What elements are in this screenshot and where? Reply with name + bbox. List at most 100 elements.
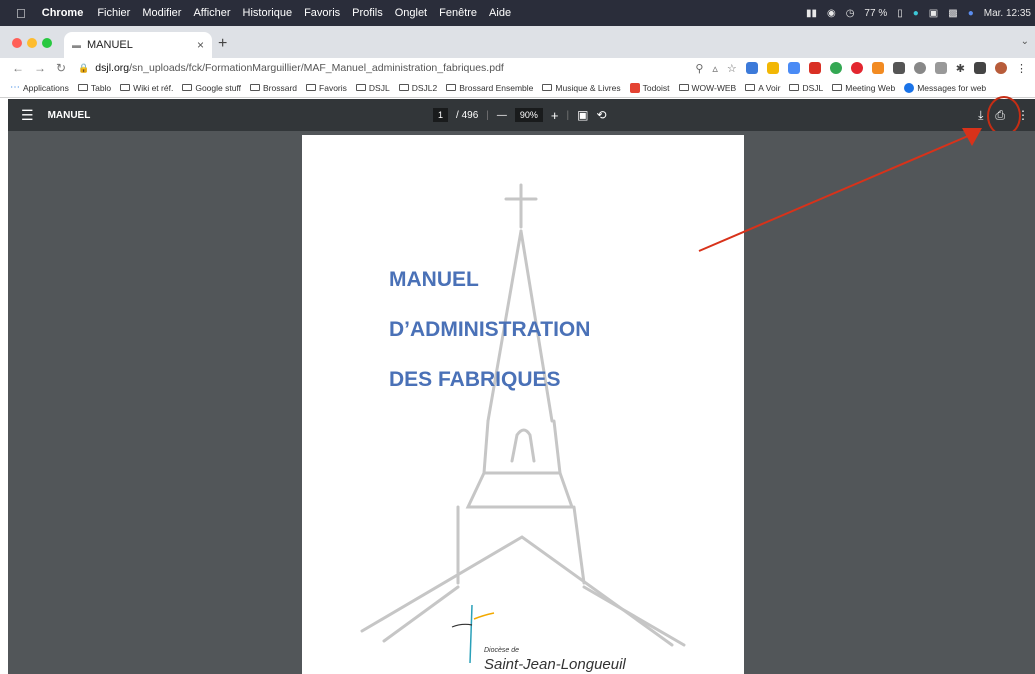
tab-search-chevron-icon[interactable]: ⌄ <box>1021 36 1029 47</box>
folder-icon <box>120 84 131 91</box>
download-icon[interactable]: ⤓ <box>978 108 983 123</box>
menu-app-name[interactable]: Chrome <box>42 7 84 19</box>
pdf-toolbar: ☰ MANUEL 1 / 496 | — 90% + | ▣ ⟲ ⤓ ⎙ ⋮ <box>8 99 1035 131</box>
menu-fenetre[interactable]: Fenêtre <box>439 7 477 19</box>
folder-icon <box>182 84 193 91</box>
extensions-area: ⚲ ▵ ☆ ✱ ⋮ <box>695 58 1027 78</box>
bookmark-brossard[interactable]: Brossard <box>250 83 297 93</box>
clock-icon[interactable]: ◷ <box>846 8 855 19</box>
menu-modifier[interactable]: Modifier <box>142 7 181 19</box>
menu-afficher[interactable]: Afficher <box>193 7 230 19</box>
menu-favoris[interactable]: Favoris <box>304 7 340 19</box>
rotate-icon[interactable]: ⟲ <box>596 108 606 122</box>
bookmark-wow-web[interactable]: WOW-WEB <box>678 83 736 93</box>
pdf-favicon-icon: ▬ <box>72 40 81 50</box>
share-icon[interactable]: ▵ <box>712 62 718 75</box>
pdf-viewer-area[interactable]: MANUEL D’ADMINISTRATION DES FABRIQUES Di… <box>8 131 1035 674</box>
extension-pen-icon[interactable] <box>745 62 758 74</box>
tab-strip: ▬ MANUEL × + ⌄ <box>0 26 1035 58</box>
extension-circle-icon[interactable] <box>913 62 926 74</box>
url-path: /sn_uploads/fck/FormationMarguillier/MAF… <box>129 62 504 74</box>
bookmark-meeting-web[interactable]: Meeting Web <box>832 83 895 93</box>
divider: | <box>486 109 489 121</box>
document-title-line-3: DES FABRIQUES <box>389 368 561 391</box>
menubar-clock[interactable]: Mar. 12:35 <box>984 8 1031 19</box>
status-app-icon-4[interactable]: ● <box>968 8 974 19</box>
chrome-menu-icon[interactable]: ⋮ <box>1016 62 1027 75</box>
bookmark-google-stuff[interactable]: Google stuff <box>182 83 241 93</box>
bookmark-todoist[interactable]: Todoist <box>629 82 670 93</box>
bookmark-brossard-ensemble[interactable]: Brossard Ensemble <box>446 83 533 93</box>
menu-fichier[interactable]: Fichier <box>97 7 130 19</box>
bookmarks-bar: ⋯ Applications Tablo Wiki et réf. Google … <box>0 78 1035 98</box>
bookmark-tablo[interactable]: Tablo <box>77 83 111 93</box>
close-window-button[interactable] <box>12 38 22 48</box>
menu-historique[interactable]: Historique <box>243 7 293 19</box>
bookmark-musique-livres[interactable]: Musique & Livres <box>542 83 621 93</box>
extension-bar-icon[interactable] <box>871 62 884 74</box>
folder-icon <box>789 84 800 91</box>
zoom-in-button[interactable]: + <box>551 108 559 123</box>
print-annotation-circle <box>987 96 1021 136</box>
bookmark-a-voir[interactable]: A Voir <box>745 83 780 93</box>
battery-icon[interactable]: ▯ <box>897 8 903 19</box>
extension-drive-icon[interactable] <box>766 62 779 74</box>
menu-onglet[interactable]: Onglet <box>395 7 427 19</box>
folder-icon <box>832 84 843 91</box>
tab-close-icon[interactable]: × <box>197 38 204 52</box>
extension-red-icon[interactable] <box>808 62 821 74</box>
bookmark-dsjl2[interactable]: DSJL2 <box>398 83 437 93</box>
diocese-logo-caption: Diocèse de <box>484 647 520 654</box>
address-bar[interactable]: dsjl.org/sn_uploads/fck/FormationMarguil… <box>95 62 504 74</box>
extension-grid-icon[interactable] <box>892 62 905 74</box>
zoom-window-button[interactable] <box>42 38 52 48</box>
zoom-input[interactable]: 90% <box>514 108 543 122</box>
fit-page-icon[interactable]: ▣ <box>577 108 588 122</box>
pdf-page: MANUEL D’ADMINISTRATION DES FABRIQUES Di… <box>302 135 744 674</box>
apple-icon[interactable]:  <box>16 6 26 21</box>
folder-icon <box>446 84 457 91</box>
bookmark-wiki[interactable]: Wiki et réf. <box>120 83 173 93</box>
menu-profils[interactable]: Profils <box>352 7 383 19</box>
minimize-window-button[interactable] <box>27 38 37 48</box>
signal-icon[interactable]: ▮▮ <box>806 8 817 19</box>
extension-abp-icon[interactable] <box>850 62 863 74</box>
hamburger-icon[interactable]: ☰ <box>21 107 34 124</box>
browser-toolbar: ← → ↻ 🔒 dsjl.org/sn_uploads/fck/Formatio… <box>0 58 1035 78</box>
menu-bar:  Chrome Fichier Modifier Afficher Histo… <box>0 0 1035 26</box>
menu-aide[interactable]: Aide <box>489 7 511 19</box>
status-app-icon[interactable]: ● <box>913 8 919 19</box>
extensions-puzzle-icon[interactable]: ✱ <box>956 62 965 75</box>
extension-green-icon[interactable] <box>829 62 842 74</box>
reload-icon[interactable]: ↻ <box>56 61 66 75</box>
apps-grid-icon: ⋯ <box>10 82 20 93</box>
bookmark-dsjl[interactable]: DSJL <box>355 83 390 93</box>
bookmark-messages[interactable]: Messages for web <box>904 82 986 93</box>
bookmark-applications[interactable]: ⋯ Applications <box>10 82 69 93</box>
back-icon[interactable]: ← <box>12 61 24 75</box>
page-total: / 496 <box>456 109 479 121</box>
divider: | <box>566 109 570 121</box>
wifi-icon[interactable]: ◉ <box>827 8 836 19</box>
extension-gray-icon[interactable] <box>934 62 947 74</box>
forward-icon[interactable]: → <box>34 61 46 75</box>
tab-manuel[interactable]: ▬ MANUEL × <box>64 32 212 58</box>
status-app-icon-2[interactable]: ▣ <box>929 8 938 19</box>
folder-icon <box>306 84 317 91</box>
battery-percent[interactable]: 77 % <box>864 8 887 19</box>
bookmark-favoris[interactable]: Favoris <box>306 83 347 93</box>
new-tab-button[interactable]: + <box>218 35 227 53</box>
star-icon[interactable]: ☆ <box>727 62 737 75</box>
folder-icon <box>355 84 366 91</box>
lock-icon[interactable]: 🔒 <box>78 63 89 74</box>
zoom-out-button[interactable]: — <box>497 110 507 121</box>
status-app-icon-3[interactable]: ▩ <box>948 8 957 19</box>
zoom-icon[interactable]: ⚲ <box>695 62 703 75</box>
page-number-input[interactable]: 1 <box>433 108 449 122</box>
bookmark-page-icon <box>77 84 88 91</box>
bookmark-dsjl-2[interactable]: DSJL <box>789 83 823 93</box>
sidepanel-icon[interactable] <box>974 62 986 74</box>
folder-icon <box>542 84 553 91</box>
profile-avatar[interactable] <box>995 62 1007 74</box>
extension-docs-icon[interactable] <box>787 62 800 74</box>
